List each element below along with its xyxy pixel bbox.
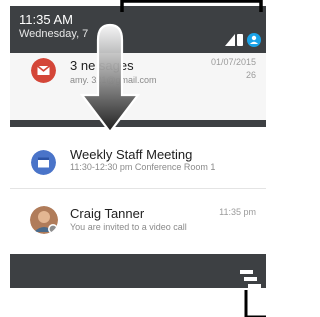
notification-subtitle: amy. 321@gmail.com	[70, 75, 157, 85]
notification-subtitle: You are invited to a video call	[70, 222, 187, 232]
notification-gmail[interactable]: 3 ne sages amy. 321@gmail.com 01/07/2015…	[10, 53, 266, 120]
notification-calendar[interactable]: Weekly Staff Meeting 11:30-12:30 pm Conf…	[10, 127, 266, 188]
clear-all-icon[interactable]	[236, 268, 266, 317]
notification-title: Craig Tanner	[70, 206, 145, 221]
status-icons	[225, 33, 261, 47]
wifi-icon	[225, 34, 235, 46]
notification-title: 3 ne sages	[70, 58, 134, 73]
notification-subtitle: 11:30-12:30 pm Conference Room 1	[70, 162, 216, 172]
calendar-icon	[31, 150, 56, 175]
screenshot-frame: 11:35 AM Wednesday, 7 3 ne sages amy. 32…	[0, 0, 266, 317]
status-date: Wednesday, 7	[19, 28, 89, 40]
avatar	[30, 206, 58, 234]
notification-title: Weekly Staff Meeting	[70, 147, 193, 162]
notification-time-sub: 26	[245, 70, 256, 80]
gmail-icon	[31, 58, 56, 83]
notification-time: 01/07/2015	[210, 57, 256, 67]
battery-icon	[237, 34, 243, 46]
notification-video-call[interactable]: Craig Tanner You are invited to a video …	[10, 188, 266, 254]
status-time: 11:35 AM	[19, 12, 73, 27]
notification-time: 11:35 pm	[219, 207, 256, 217]
